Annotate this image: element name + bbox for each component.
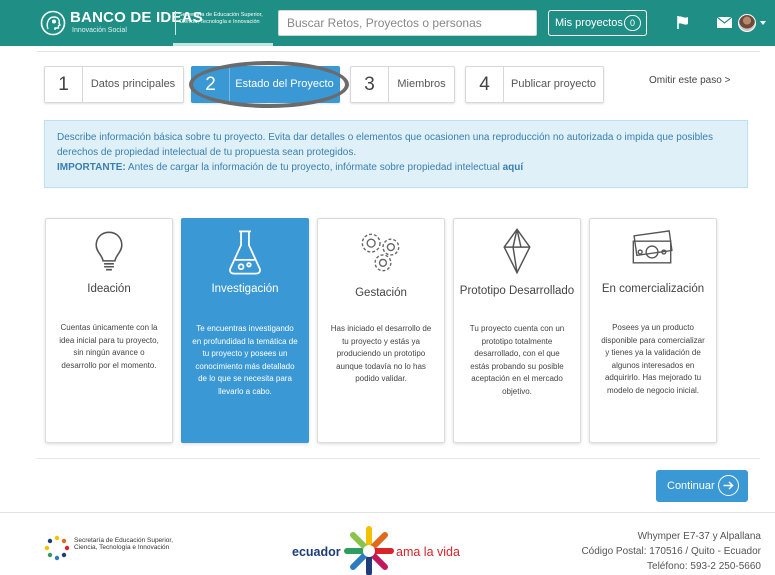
logo-org-name: Secretaría de Educación Superior, Cienci… xyxy=(179,12,263,25)
ecuador-sun-logo-icon xyxy=(344,526,394,575)
intellectual-property-link[interactable]: aquí xyxy=(503,162,524,173)
diamond-icon xyxy=(503,228,531,275)
stage-card-gestacion[interactable]: Gestación Has iniciado el desarrollo de … xyxy=(317,218,445,443)
my-projects-count-badge: 0 xyxy=(624,15,641,31)
stage-description: Cuentas únicamente con la idea inicial p… xyxy=(59,323,159,370)
mail-icon[interactable] xyxy=(717,17,732,28)
step-label: Miembros xyxy=(397,78,446,90)
stage-description: Has iniciado el desarrollo de tu proyect… xyxy=(330,324,432,384)
stage-description: Posees ya un producto disponible para co… xyxy=(601,323,705,395)
stage-description: Te encuentras investigando en profundida… xyxy=(192,324,298,396)
step-publicar-proyecto[interactable]: 4 Publicar proyecto xyxy=(465,66,604,103)
stage-title: Ideación xyxy=(87,283,131,295)
footer-org-name: Secretaría de Educación Superior, Cienci… xyxy=(74,537,174,551)
lightbulb-icon xyxy=(95,231,123,271)
skip-step-link[interactable]: Omitir este paso > xyxy=(649,75,730,86)
step-number: 3 xyxy=(351,67,389,102)
logo-active-underline xyxy=(173,43,273,46)
address-line: Whymper E7-37 y Alpallana xyxy=(637,531,761,542)
logo-divider xyxy=(175,11,176,35)
flag-icon[interactable] xyxy=(676,15,690,30)
footer-address: Whymper E7-37 y Alpallana Código Postal:… xyxy=(581,529,761,574)
stage-title: Gestación xyxy=(355,287,407,299)
step-miembros[interactable]: 3 Miembros xyxy=(350,66,455,103)
search-input[interactable] xyxy=(278,10,537,36)
divider xyxy=(37,51,760,52)
footer: Secretaría de Educación Superior, Cienci… xyxy=(0,512,775,575)
phone-line: Teléfono: 593-2 250-5660 xyxy=(647,561,761,572)
stage-card-ideacion[interactable]: Ideación Cuentas únicamente con la idea … xyxy=(45,218,173,443)
step-label: Publicar proyecto xyxy=(511,78,596,90)
stage-card-investigacion[interactable]: Investigación Te encuentras investigando… xyxy=(181,218,309,443)
my-projects-label: Mis proyectos xyxy=(555,17,623,29)
step-datos-principales[interactable]: 1 Datos principales xyxy=(44,66,184,103)
stage-title: Investigación xyxy=(211,283,279,295)
step-number: 4 xyxy=(466,67,504,102)
stage-card-comercializacion[interactable]: En comercialización Posees ya un product… xyxy=(589,218,717,443)
footer-ecuador-text: ecuador xyxy=(292,545,341,559)
logo-head-icon[interactable] xyxy=(40,10,66,36)
user-avatar[interactable] xyxy=(738,14,756,32)
important-text: Antes de cargar la información de tu pro… xyxy=(125,162,503,173)
step-label: Datos principales xyxy=(90,78,176,90)
stage-description: Tu proyecto cuenta con un prototipo tota… xyxy=(469,324,565,396)
divider xyxy=(37,458,760,459)
stage-title: En comercialización xyxy=(601,283,705,295)
my-projects-button[interactable]: Mis proyectos 0 xyxy=(548,10,647,36)
arrow-right-icon xyxy=(718,475,739,496)
money-icon xyxy=(632,230,673,264)
highlight-ellipse xyxy=(189,61,349,108)
top-header: BANCO DE IDEAS Innovación Social Secreta… xyxy=(0,0,775,46)
stage-card-prototipo[interactable]: Prototipo Desarrollado Tu proyecto cuent… xyxy=(453,218,581,443)
continue-button[interactable]: Continuar xyxy=(656,470,748,502)
secretaria-logo-icon xyxy=(44,535,70,561)
flask-icon xyxy=(229,230,261,275)
postal-line: Código Postal: 170516 / Quito - Ecuador xyxy=(581,546,761,557)
step-number: 1 xyxy=(45,67,83,102)
gears-icon xyxy=(361,233,400,272)
stage-title: Prototipo Desarrollado xyxy=(459,285,575,297)
info-alert: Describe información básica sobre tu pro… xyxy=(44,120,748,188)
chevron-down-icon[interactable] xyxy=(760,21,766,25)
logo-subtitle: Innovación Social xyxy=(72,27,127,34)
info-text: Describe información básica sobre tu pro… xyxy=(57,132,713,158)
continue-label: Continuar xyxy=(667,480,715,492)
important-label: IMPORTANTE: xyxy=(57,162,126,173)
footer-slogan: ama la vida xyxy=(396,545,460,559)
